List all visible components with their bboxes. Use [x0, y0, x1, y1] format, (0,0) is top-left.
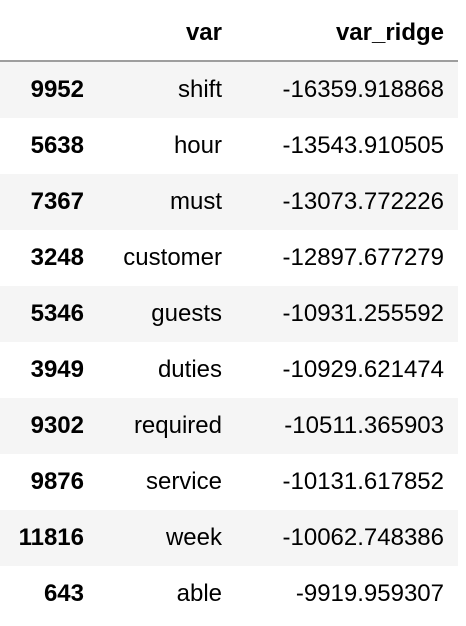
header-row: var var_ridge [0, 6, 458, 62]
cell-var: able [176, 580, 222, 607]
cell-var: must [169, 188, 222, 215]
dataframe-table: var var_ridge 9952 shift -16359.918868 5638… [0, 6, 458, 622]
cell-var: required [133, 412, 222, 439]
cell-var-ridge: -9919.959307 [295, 580, 444, 607]
table-row: 11816 week -10062.748386 [0, 510, 458, 566]
cell-var: service [145, 468, 222, 495]
cell-var: duties [157, 356, 222, 383]
row-index: 3949 [30, 356, 84, 383]
row-index: 5346 [30, 300, 84, 327]
cell-var-ridge: -13073.772226 [282, 188, 444, 215]
column-header-var-ridge: var_ridge [236, 6, 458, 62]
table-row: 9302 required -10511.365903 [0, 398, 458, 454]
table-row: 9952 shift -16359.918868 [0, 61, 458, 118]
cell-var-ridge: -16359.918868 [282, 76, 444, 103]
cell-var-ridge: -10929.621474 [282, 356, 444, 383]
table-header: var var_ridge [0, 6, 458, 62]
cell-var: guests [151, 300, 222, 327]
dataframe-output: var var_ridge 9952 shift -16359.918868 5638… [0, 0, 466, 626]
row-index: 7367 [30, 188, 84, 215]
cell-var: week [165, 524, 222, 551]
cell-var-ridge: -10062.748386 [282, 524, 444, 551]
cell-var-ridge: -13543.910505 [282, 132, 444, 159]
cell-var-ridge: -10131.617852 [282, 468, 444, 495]
cell-var-ridge: -10931.255592 [282, 300, 444, 327]
row-index: 3248 [30, 244, 84, 271]
table-row: 7367 must -13073.772226 [0, 174, 458, 230]
table-row: 5638 hour -13543.910505 [0, 118, 458, 174]
column-header-var: var [98, 6, 236, 62]
index-header [0, 6, 98, 62]
cell-var: customer [123, 244, 222, 271]
cell-var-ridge: -12897.677279 [282, 244, 444, 271]
cell-var: shift [177, 76, 222, 103]
row-index: 9302 [30, 412, 84, 439]
row-index: 9952 [30, 76, 84, 103]
table-row: 5346 guests -10931.255592 [0, 286, 458, 342]
table-body: 9952 shift -16359.918868 5638 hour -13543.910… [0, 61, 458, 622]
row-index: 9876 [30, 468, 84, 495]
cell-var-ridge: -10511.365903 [284, 412, 444, 439]
table-row: 3949 duties -10929.621474 [0, 342, 458, 398]
table-row: 643 able -9919.959307 [0, 566, 458, 622]
row-index: 5638 [30, 132, 84, 159]
row-index: 643 [43, 580, 84, 607]
row-index: 11816 [18, 524, 84, 551]
cell-var: hour [173, 132, 222, 159]
table-row: 3248 customer -12897.677279 [0, 230, 458, 286]
table-row: 9876 service -10131.617852 [0, 454, 458, 510]
